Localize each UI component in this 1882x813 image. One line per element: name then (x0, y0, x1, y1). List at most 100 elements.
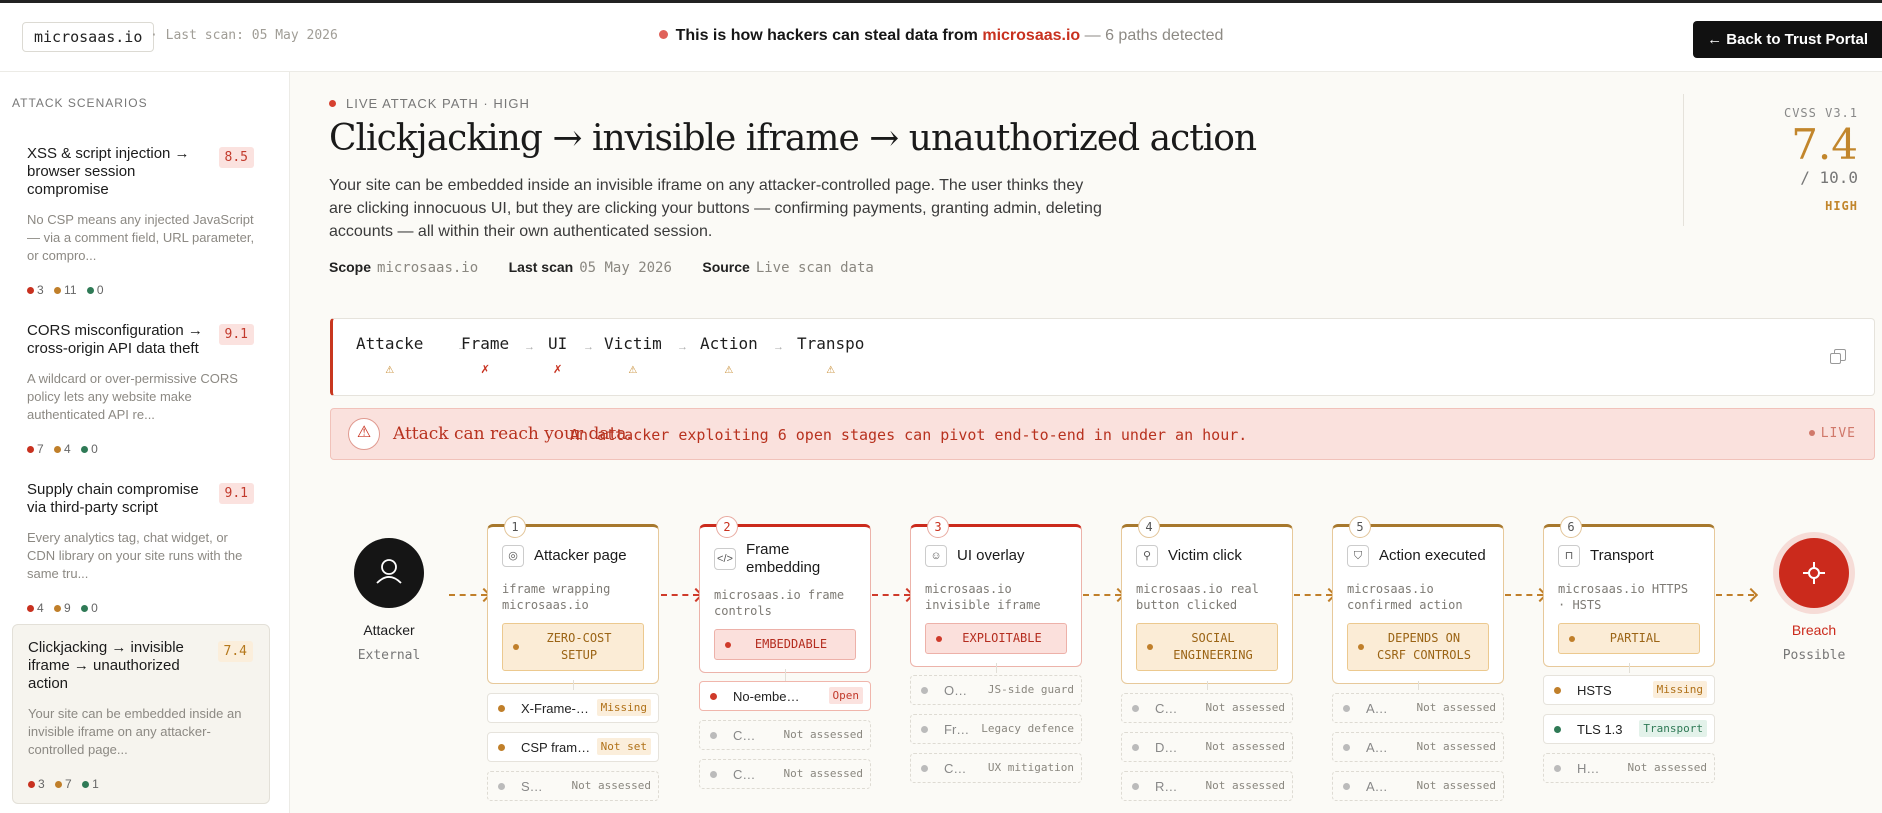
red-dot-icon (710, 693, 717, 700)
page-title: Clickjacking → invisible iframe → unauth… (329, 118, 1257, 159)
control-label: CDN (733, 767, 759, 782)
control-label: TLS 1.3 (1577, 722, 1623, 737)
stage-frame[interactable]: Frame ✗ (461, 334, 509, 377)
grey-dot-icon (498, 783, 505, 790)
scenario-counts: 3 7 1 (28, 777, 255, 791)
control-hsts-preload[interactable]: HSTS preload Not assessed (1543, 753, 1715, 783)
control-samesite[interactable]: SameSite Not assessed (487, 771, 659, 801)
control-label: HSTS (1577, 683, 1612, 698)
last-scan-key: Last scan (508, 259, 574, 275)
stage-transport[interactable]: Transpo ⚠ (797, 334, 864, 377)
arrow-icon: → (773, 341, 784, 353)
scenario-item-clickjacking[interactable]: Clickjacking → invisible iframe → unauth… (12, 624, 270, 804)
stage-name: Attacke (356, 334, 424, 353)
card-status-pill: EMBEDDABLE (714, 629, 856, 660)
stage-action[interactable]: Action ⚠ (700, 334, 758, 377)
stage-card-victim-click[interactable]: 4 ⚲ Victim click microsaas.io real button… (1121, 516, 1293, 684)
scenario-score: 7.4 (217, 641, 253, 662)
control-label: No-embed enforcement (733, 689, 803, 704)
control-double-click[interactable]: Double-click Not assessed (1121, 732, 1293, 762)
card-desc: microsaas.io frame controls (714, 588, 845, 618)
control-cover[interactable]: Cover UX mitigation (910, 753, 1082, 783)
attacker-node[interactable]: Attacker External (339, 538, 439, 663)
green-dot-icon (1554, 726, 1561, 733)
control-opacity[interactable]: Opacity JS-side guard (910, 675, 1082, 705)
control-action-confirm[interactable]: Action confirm Not assessed (1332, 693, 1504, 723)
card-number: 1 (504, 516, 526, 538)
stage-card-ui-overlay[interactable]: 3 ☺ UI overlay microsaas.io invisible ifr… (910, 516, 1082, 667)
control-re-auth[interactable]: Re-auth Not assessed (1121, 771, 1293, 801)
warning-icon: ⚠ (826, 361, 835, 377)
grey-dot-icon (921, 687, 928, 694)
eyebrow: LIVE ATTACK PATH · HIGH (329, 96, 530, 111)
control-hsts[interactable]: HSTS Missing (1543, 675, 1715, 705)
scenario-item-xss[interactable]: XSS & script injection → browser session… (12, 131, 270, 309)
control-csrf[interactable]: CSRF Not assessed (1121, 693, 1293, 723)
link-icon: ⚲ (1136, 545, 1158, 567)
stage-card-frame-embedding[interactable]: 2 </> Frame embedding microsaas.io frame … (699, 516, 871, 673)
control-action-log[interactable]: Action log Not assessed (1332, 732, 1504, 762)
stage-attacker[interactable]: Attacke ⚠ (356, 334, 423, 377)
control-coop[interactable]: COOP Not assessed (699, 720, 871, 750)
control-label: X-Frame-Options (521, 701, 591, 716)
scenario-title: CORS misconfiguration → cross-origin API… (27, 322, 203, 357)
breach-node[interactable]: Breach Possible (1764, 538, 1864, 663)
control-link (1207, 681, 1208, 690)
grey-dot-icon (921, 726, 928, 733)
control-cdn[interactable]: CDN Not assessed (699, 759, 871, 789)
domain-chip[interactable]: microsaas.io (22, 22, 155, 52)
control-tls[interactable]: TLS 1.3 Transport (1543, 714, 1715, 744)
grey-dot-icon (1343, 783, 1350, 790)
stage-card-transport[interactable]: 6 ⊓ Transport microsaas.io HTTPS · HSTS P… (1543, 516, 1715, 667)
card-title: Attacker page (534, 547, 627, 564)
control-tag: Not assessed (1205, 740, 1285, 753)
control-csp-frame[interactable]: CSP frame-ancestors Not set (487, 732, 659, 762)
stage-card-attacker-page[interactable]: 1 ◎ Attacker page iframe wrapping microsa… (487, 516, 659, 684)
arrow-icon: → (583, 341, 594, 353)
amber-dot-icon (498, 744, 505, 751)
control-label: Action log (1366, 740, 1392, 755)
stage-name: Action (700, 334, 758, 353)
attacker-label: Attacker (363, 622, 415, 638)
scenario-desc: Every analytics tag, chat widget, or CDN… (27, 530, 243, 581)
shield-icon: ⛉ (1347, 545, 1369, 567)
breach-label: Breach (1791, 622, 1837, 638)
control-x-frame-options[interactable]: X-Frame-Options Missing (487, 693, 659, 723)
grey-dot-icon (710, 732, 717, 739)
stage-ui[interactable]: UI ✗ (548, 334, 567, 377)
amber-dot-icon (54, 605, 62, 612)
red-count: 3 (37, 283, 44, 297)
scenario-item-supply-chain[interactable]: Supply chain compromise via third-party … (12, 467, 270, 627)
back-to-trust-portal-button[interactable]: ← Back to Trust Portal (1693, 21, 1882, 58)
amber-count: 11 (64, 283, 77, 297)
control-no-embed[interactable]: No-embed enforcement Open (699, 681, 871, 711)
green-dot-icon (81, 446, 89, 453)
scenario-item-cors[interactable]: CORS misconfiguration → cross-origin API… (12, 308, 270, 468)
scenario-score: 9.1 (218, 483, 254, 504)
path-connector (872, 594, 910, 596)
copy-icon[interactable] (1830, 349, 1846, 364)
control-tag: Not assessed (1416, 701, 1496, 714)
meta-row: Scope microsaas.io Last scan 05 May 2026 S… (329, 259, 896, 276)
card-status-pill: DEPENDS ON CSRF CONTROLS (1347, 623, 1489, 671)
stage-bar: Attacke ⚠ → Frame ✗ → UI ✗ → Victim ⚠ → Acti… (330, 318, 1875, 396)
stage-victim[interactable]: Victim ⚠ (604, 334, 662, 377)
cvss-panel: CVSS V3.1 7.4 / 10.0 HIGH (1784, 106, 1858, 213)
control-anomaly[interactable]: Anomaly Not assessed (1332, 771, 1504, 801)
cvss-score: 7.4 (1791, 120, 1858, 169)
red-dot-icon (27, 287, 34, 294)
last-scan-text: · Last scan: 05 May 2026 (150, 28, 338, 43)
live-label: LIVE (1820, 426, 1856, 441)
control-frame-busting[interactable]: Frame busting Legacy defence (910, 714, 1082, 744)
control-tag: Transport (1639, 720, 1707, 737)
x-icon: ✗ (553, 361, 562, 377)
red-count: 3 (38, 777, 45, 791)
stage-card-action-executed[interactable]: 5 ⛉ Action executed microsaas.io confirme… (1332, 516, 1504, 684)
card-desc: microsaas.io HTTPS · HSTS (1558, 582, 1689, 612)
grey-dot-icon (1132, 783, 1139, 790)
card-title: UI overlay (957, 547, 1025, 564)
stage-name: UI (548, 334, 568, 353)
control-label: Cover (944, 761, 970, 776)
main-header: LIVE ATTACK PATH · HIGH (329, 96, 530, 111)
scenario-counts: 3 11 0 (27, 283, 256, 297)
